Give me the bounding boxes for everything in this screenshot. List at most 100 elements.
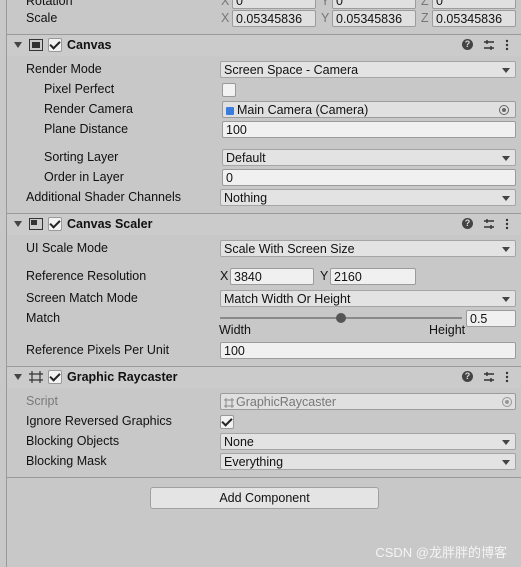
script-label: Script <box>26 394 58 408</box>
raycaster-icon <box>29 371 43 383</box>
screen-match-mode-dropdown[interactable]: Match Width Or Height <box>220 290 516 307</box>
chevron-down-icon <box>502 440 510 445</box>
shader-channels-dropdown[interactable]: Nothing <box>220 189 516 206</box>
help-icon[interactable]: ? <box>462 218 473 229</box>
scale-label: Scale <box>26 11 58 25</box>
fold-arrow-icon[interactable] <box>14 221 22 227</box>
ref-y-field[interactable]: 2160 <box>330 268 416 285</box>
blocking-mask-dropdown[interactable]: Everything <box>220 453 516 470</box>
fold-arrow-icon[interactable] <box>14 42 22 48</box>
order-in-layer-field[interactable]: 0 <box>222 169 516 186</box>
rotation-y-field[interactable]: 0 <box>332 0 416 9</box>
chevron-down-icon <box>502 247 510 252</box>
shader-channels-value: Nothing <box>224 191 268 205</box>
render-camera-row: Render Camera Main Camera (Camera) <box>0 100 521 120</box>
kebab-menu-icon[interactable] <box>505 218 509 230</box>
presets-icon[interactable] <box>483 218 495 230</box>
chevron-down-icon <box>502 68 510 73</box>
blocking-mask-value: Everything <box>224 455 284 469</box>
presets-icon[interactable] <box>483 39 495 51</box>
script-row: Script GraphicRaycaster <box>0 392 521 412</box>
script-field: GraphicRaycaster <box>220 393 516 410</box>
match-height-caption: Height <box>429 323 466 337</box>
plane-distance-row: Plane Distance 100 <box>0 120 521 140</box>
blocking-objects-row: Blocking Objects None <box>0 432 521 452</box>
chevron-down-icon <box>502 460 510 465</box>
sorting-layer-value: Default <box>226 151 266 165</box>
chevron-down-icon <box>502 156 510 161</box>
reference-resolution-row: Reference Resolution X 3840 Y 2160 <box>0 267 521 287</box>
watermark-text: CSDN @龙胖胖的博客 <box>375 545 507 560</box>
chevron-down-icon <box>502 196 510 201</box>
render-camera-label: Render Camera <box>44 102 133 116</box>
render-camera-field[interactable]: Main Camera (Camera) <box>222 101 516 118</box>
order-in-layer-label: Order in Layer <box>44 170 124 184</box>
ref-y-label: Y <box>320 269 329 283</box>
canvas-scaler-icon <box>29 218 43 230</box>
add-component-button[interactable]: Add Component <box>150 487 379 509</box>
shader-channels-label: Additional Shader Channels <box>26 190 181 204</box>
pixel-perfect-label: Pixel Perfect <box>44 82 115 96</box>
rotation-label: Rotation <box>26 0 73 8</box>
camera-icon <box>226 106 234 115</box>
ref-x-label: X <box>220 269 229 283</box>
blocking-mask-row: Blocking Mask Everything <box>0 452 521 472</box>
scale-x-field[interactable]: 0.05345836 <box>232 10 316 27</box>
canvas-component-header[interactable]: Canvas ? <box>7 34 521 56</box>
ref-x-field[interactable]: 3840 <box>230 268 314 285</box>
ignore-reversed-checkbox[interactable] <box>220 415 234 429</box>
blocking-objects-dropdown[interactable]: None <box>220 433 516 450</box>
match-label: Match <box>26 311 61 325</box>
ignore-reversed-row: Ignore Reversed Graphics <box>0 412 521 432</box>
graphic-raycaster-enabled-checkbox[interactable] <box>48 370 62 384</box>
divider <box>7 477 521 478</box>
scale-x-axis: X <box>221 11 230 25</box>
sorting-layer-row: Sorting Layer Default <box>0 148 521 168</box>
script-icon <box>224 397 234 408</box>
pixel-perfect-checkbox[interactable] <box>222 83 236 97</box>
match-width-caption: Width <box>219 323 251 337</box>
kebab-menu-icon[interactable] <box>505 39 509 51</box>
graphic-raycaster-component-header[interactable]: Graphic Raycaster ? <box>7 366 521 388</box>
help-icon[interactable]: ? <box>462 39 473 50</box>
ui-scale-mode-value: Scale With Screen Size <box>224 242 355 256</box>
help-icon[interactable]: ? <box>462 371 473 382</box>
fold-arrow-icon[interactable] <box>14 374 22 380</box>
scale-y-field[interactable]: 0.05345836 <box>332 10 416 27</box>
rotation-z-field[interactable]: 0 <box>432 0 516 9</box>
graphic-raycaster-title: Graphic Raycaster <box>67 370 178 384</box>
render-camera-value: Main Camera (Camera) <box>237 103 369 117</box>
canvas-enabled-checkbox[interactable] <box>48 38 62 52</box>
canvas-scaler-enabled-checkbox[interactable] <box>48 217 62 231</box>
match-slider-knob[interactable] <box>336 313 346 323</box>
ui-scale-mode-row: UI Scale Mode Scale With Screen Size <box>0 239 521 259</box>
scale-z-field[interactable]: 0.05345836 <box>432 10 516 27</box>
plane-distance-label: Plane Distance <box>44 122 129 136</box>
shader-channels-row: Additional Shader Channels Nothing <box>0 188 521 208</box>
rotation-x-axis: X <box>221 0 230 8</box>
sorting-layer-dropdown[interactable]: Default <box>222 149 516 166</box>
object-picker-icon[interactable] <box>499 105 509 115</box>
ref-ppu-label: Reference Pixels Per Unit <box>26 343 170 357</box>
screen-match-mode-label: Screen Match Mode <box>26 291 138 305</box>
canvas-icon <box>29 39 43 51</box>
render-mode-dropdown[interactable]: Screen Space - Camera <box>220 61 516 78</box>
render-mode-label: Render Mode <box>26 62 102 76</box>
chevron-down-icon <box>502 297 510 302</box>
presets-icon[interactable] <box>483 371 495 383</box>
render-mode-value: Screen Space - Camera <box>224 63 359 77</box>
canvas-scaler-title: Canvas Scaler <box>67 217 153 231</box>
rotation-x-field[interactable]: 0 <box>232 0 316 9</box>
ref-ppu-field[interactable]: 100 <box>220 342 516 359</box>
scale-y-axis: Y <box>321 11 330 25</box>
match-value-field[interactable]: 0.5 <box>466 310 516 327</box>
scale-row: Scale X 0.05345836 Y 0.05345836 Z 0.0534… <box>0 9 521 29</box>
ui-scale-mode-dropdown[interactable]: Scale With Screen Size <box>220 240 516 257</box>
render-mode-row: Render Mode Screen Space - Camera <box>0 60 521 80</box>
plane-distance-field[interactable]: 100 <box>222 121 516 138</box>
order-in-layer-row: Order in Layer 0 <box>0 168 521 188</box>
ignore-reversed-label: Ignore Reversed Graphics <box>26 414 172 428</box>
object-picker-icon <box>502 397 512 407</box>
canvas-scaler-component-header[interactable]: Canvas Scaler ? <box>7 213 521 235</box>
kebab-menu-icon[interactable] <box>505 371 509 383</box>
